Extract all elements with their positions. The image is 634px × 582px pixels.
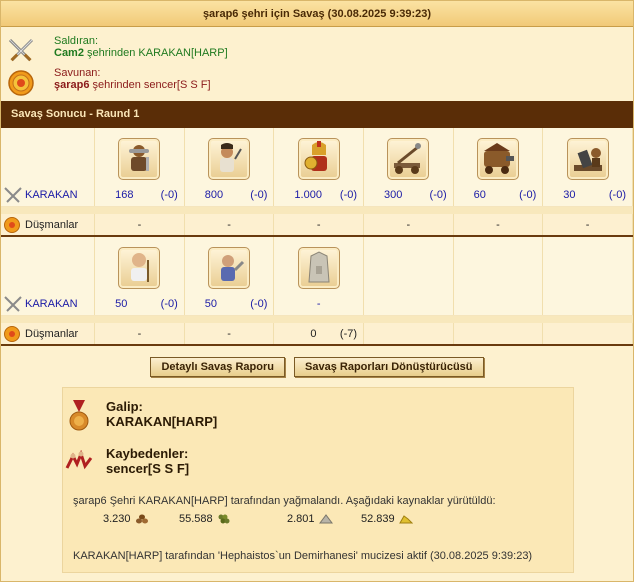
attacker-count: 168 (-0) (115, 188, 178, 201)
resource-sulfur: 52.839 (361, 513, 437, 525)
attacker-name[interactable]: KARAKAN (25, 189, 78, 201)
detailed-report-button[interactable]: Detaylı Savaş Raporu (150, 357, 285, 377)
resource-wine: 55.588 (179, 513, 287, 525)
attacker-label: Saldıran: (54, 35, 99, 47)
attacker-count: 50 (-0) (204, 297, 268, 310)
attacker-row-label-2: KARAKAN (1, 295, 94, 313)
attacker-name[interactable]: KARAKAN (25, 298, 78, 310)
enemy-row-label-2: Düşmanlar (1, 325, 94, 343)
units-table-2: KARAKAN 50 (-0) 50 (-0) - Düşmanlar - - 0(… (1, 237, 633, 346)
attacker-line-rest: şehrinden KARAKAN[HARP] (83, 47, 228, 59)
defender-line: şarap6 şehrinden sencer[S S F] (54, 79, 211, 91)
enemy-count: - (227, 218, 231, 231)
crossed-swords-icon (8, 38, 34, 62)
winner-label: Galip: (106, 399, 143, 414)
enemy-count: - (137, 327, 142, 340)
crossed-swords-icon (4, 296, 22, 312)
wall-icon (297, 246, 340, 289)
attacker-count: - (316, 297, 321, 310)
enemy-name: Düşmanlar (25, 218, 79, 231)
marble-icon (318, 514, 333, 524)
report-title: şarap6 şehri için Savaş (30.08.2025 9:39… (1, 1, 633, 27)
enemy-count: - (496, 218, 500, 231)
enemy-count: - (406, 218, 411, 231)
plunder-text: şarap6 Şehri KARAKAN[HARP] tarafından ya… (73, 495, 496, 507)
resource-wood: 3.230 (103, 513, 179, 525)
defender-city-link[interactable]: şarap6 (54, 79, 89, 91)
enemy-count: - (227, 327, 231, 340)
sulfur-icon (398, 515, 413, 524)
attacker-row-label-1: KARAKAN (1, 186, 94, 204)
attacker-line: Cam2 şehrinden KARAKAN[HARP] (54, 47, 228, 59)
shield-icon (4, 216, 20, 233)
fallen-soldiers-icon (65, 450, 93, 470)
resource-marble: 2.801 (287, 513, 361, 525)
enemy-count: 0 (-7) (310, 327, 358, 340)
attacker-count: 1.000 (-0) (294, 188, 358, 201)
wood-icon (135, 514, 148, 524)
enemy-count: - (316, 218, 321, 231)
ram-icon (476, 137, 519, 180)
mortar-icon (566, 137, 609, 180)
enemy-name: Düşmanlar (25, 327, 79, 340)
defender-label: Savunan: (54, 67, 101, 79)
cook-icon (208, 246, 251, 289)
report-buttons: Detaylı Savaş Raporu Savaş Raporları Dön… (1, 357, 633, 377)
attacker-city-link[interactable]: Cam2 (54, 47, 84, 59)
battle-report-window: şarap6 şehri için Savaş (30.08.2025 9:39… (0, 0, 634, 582)
units-table-1: KARAKAN 168 (-0) 800 (-0) 1.000 (-0) 300 (-0… (1, 128, 633, 237)
battle-result-bar: Savaş Sonucu - Raund 1 (1, 101, 633, 128)
attacker-info: Saldıran: Cam2 şehrinden KARAKAN[HARP] (5, 35, 625, 71)
loser-name: sencer[S S F] (106, 461, 190, 476)
enemy-row-label-1: Düşmanlar (1, 216, 94, 234)
winner-name: KARAKAN[HARP] (106, 414, 218, 429)
wine-icon (218, 514, 230, 524)
attacker-count: 50 (-0) (115, 297, 178, 310)
enemy-count: - (585, 218, 590, 231)
attacker-count: 800 (-0) (204, 188, 268, 201)
enemy-count: - (137, 218, 142, 231)
catapult-icon (387, 137, 430, 180)
doctor-icon (118, 246, 161, 289)
defender-line-rest: şehrinden sencer[S S F] (89, 79, 211, 91)
slinger-icon (208, 137, 251, 180)
battle-summary: Galip: KARAKAN[HARP] Kaybedenler: sencer… (62, 387, 574, 573)
loser-label: Kaybedenler: (106, 446, 189, 461)
crossed-swords-icon (4, 187, 22, 203)
defender-info: Savunan: şarap6 şehrinden sencer[S S F] (5, 67, 625, 103)
swordsman-icon (118, 137, 161, 180)
attacker-count: 300 (-0) (384, 188, 447, 201)
report-converter-button[interactable]: Savaş Raporları Dönüştürücüsü (294, 357, 484, 377)
plundered-resources: 3.230 55.588 2.801 52.839 (103, 513, 437, 525)
attacker-count: 30 (-0) (563, 188, 626, 201)
attacker-count: 60 (-0) (473, 188, 537, 201)
shield-icon (8, 70, 34, 96)
hoplite-icon (297, 137, 340, 180)
wonder-text: KARAKAN[HARP] tarafından 'Hephaistos`un … (73, 550, 533, 562)
shield-icon (4, 325, 20, 342)
medal-icon (69, 400, 89, 431)
